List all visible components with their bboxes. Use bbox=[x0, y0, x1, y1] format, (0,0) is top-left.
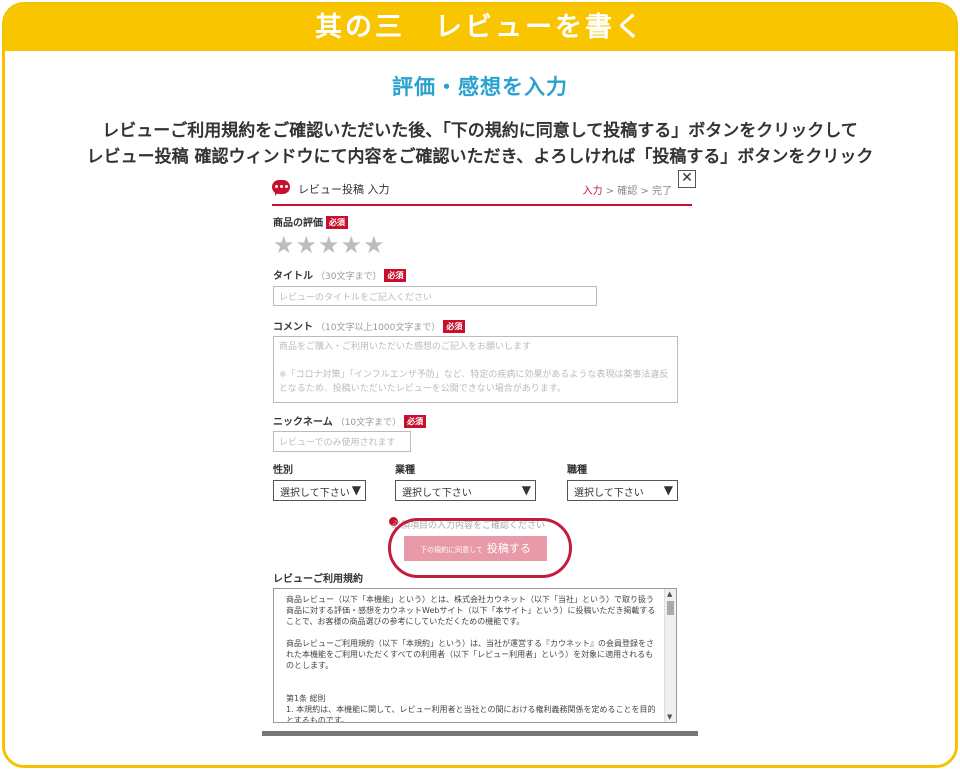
terms-scrollbox[interactable]: 商品レビュー（以下「本機能」という）とは、株式会社カウネット（以下「当社」という… bbox=[273, 588, 677, 723]
required-badge: 必須 bbox=[326, 216, 348, 229]
scroll-down-icon[interactable]: ▼ bbox=[667, 713, 672, 721]
terms-article-1-body: 1. 本規約は、本機能に関して、レビュー利用者と当社との間における権利義務関係を… bbox=[286, 705, 656, 723]
industry-select-value: 選択して下さい bbox=[402, 488, 472, 499]
instruction-line-1: レビューご利用規約をご確認いただいた後、「下の規約に同意して投稿する」ボタンをク… bbox=[102, 121, 858, 141]
required-badge: 必須 bbox=[384, 269, 407, 282]
industry-select[interactable]: 選択して下さい ▼ bbox=[395, 480, 536, 501]
gender-select-value: 選択して下さい bbox=[280, 488, 350, 499]
job-select[interactable]: 選択して下さい ▼ bbox=[567, 480, 678, 501]
step-current: 入力 bbox=[582, 186, 603, 197]
banner-title: 其の三 レビューを書く bbox=[5, 5, 955, 51]
required-badge: 必須 bbox=[443, 320, 466, 333]
terms-label: レビューご利用規約 bbox=[273, 574, 363, 585]
terms-scrollbar[interactable]: ▲ ▼ bbox=[664, 589, 676, 722]
review-form-panel: レビュー投稿 入力 入力 > 確認 > 完了 商品の評価 必須 ★★★★★ タイト… bbox=[262, 170, 698, 736]
panel-bottom-edge bbox=[262, 731, 698, 736]
dropdown-arrow-icon: ▼ bbox=[351, 483, 361, 497]
terms-paragraph-1: 商品レビュー（以下「本機能」という）とは、株式会社カウネット（以下「当社」という… bbox=[286, 595, 656, 626]
comment-textarea[interactable]: 商品をご購入・ご利用いただいた感想のご記入をお願いします ※「コロナ対策」「イン… bbox=[273, 336, 678, 403]
nickname-input[interactable]: レビューでのみ使用されます bbox=[273, 431, 411, 452]
rating-label: 商品の評価 必須 bbox=[273, 214, 348, 229]
chat-bubble-icon bbox=[272, 180, 290, 196]
comment-label-text: コメント bbox=[273, 322, 313, 333]
gender-label: 性別 bbox=[273, 465, 293, 476]
title-label: タイトル （30文字まで） 必須 bbox=[273, 267, 407, 282]
scroll-thumb[interactable] bbox=[667, 601, 674, 615]
nickname-label-text: ニックネーム bbox=[273, 417, 333, 428]
step-indicator: 入力 > 確認 > 完了 bbox=[583, 182, 672, 197]
title-input[interactable]: レビューのタイトルをご記入ください bbox=[273, 286, 597, 306]
terms-article-1-title: 第1条 総則 bbox=[286, 694, 326, 703]
title-label-text: タイトル bbox=[273, 271, 313, 282]
required-badge: 必須 bbox=[404, 415, 427, 428]
star-rating[interactable]: ★★★★★ bbox=[273, 231, 386, 259]
gender-select[interactable]: 選択して下さい ▼ bbox=[273, 480, 366, 501]
comment-hint: （10文字以上1000文字まで） bbox=[316, 323, 441, 333]
nickname-hint: （10文字まで） bbox=[335, 418, 402, 428]
industry-label: 業種 bbox=[395, 465, 415, 476]
form-header-title: レビュー投稿 入力 bbox=[298, 183, 390, 196]
instruction-line-2: レビュー投稿 確認ウィンドウにて内容をご確認いただき、よろしければ「投稿する」ボ… bbox=[86, 147, 874, 167]
section-title: 評価・感想を入力 bbox=[392, 75, 568, 99]
dropdown-arrow-icon: ▼ bbox=[521, 483, 531, 497]
job-select-value: 選択して下さい bbox=[574, 488, 644, 499]
rating-label-text: 商品の評価 bbox=[273, 218, 323, 229]
dropdown-arrow-icon: ▼ bbox=[663, 483, 673, 497]
nickname-label: ニックネーム （10文字まで） 必須 bbox=[273, 413, 427, 428]
step-rest: > 確認 > 完了 bbox=[602, 186, 672, 197]
terms-paragraph-2: 商品レビューご利用規約（以下「本規約」という）は、当社が運営する『カウネット』の… bbox=[286, 639, 654, 670]
close-icon[interactable]: ✕ bbox=[678, 170, 696, 188]
title-hint: （30文字まで） bbox=[316, 272, 382, 282]
job-label: 職種 bbox=[567, 465, 587, 476]
submit-highlight-ring bbox=[388, 518, 572, 578]
form-header: レビュー投稿 入力 入力 > 確認 > 完了 bbox=[272, 178, 692, 206]
scroll-up-icon[interactable]: ▲ bbox=[667, 590, 672, 598]
comment-label: コメント （10文字以上1000文字まで） 必須 bbox=[273, 318, 466, 333]
terms-text: 商品レビュー（以下「本機能」という）とは、株式会社カウネット（以下「当社」という… bbox=[286, 594, 658, 723]
